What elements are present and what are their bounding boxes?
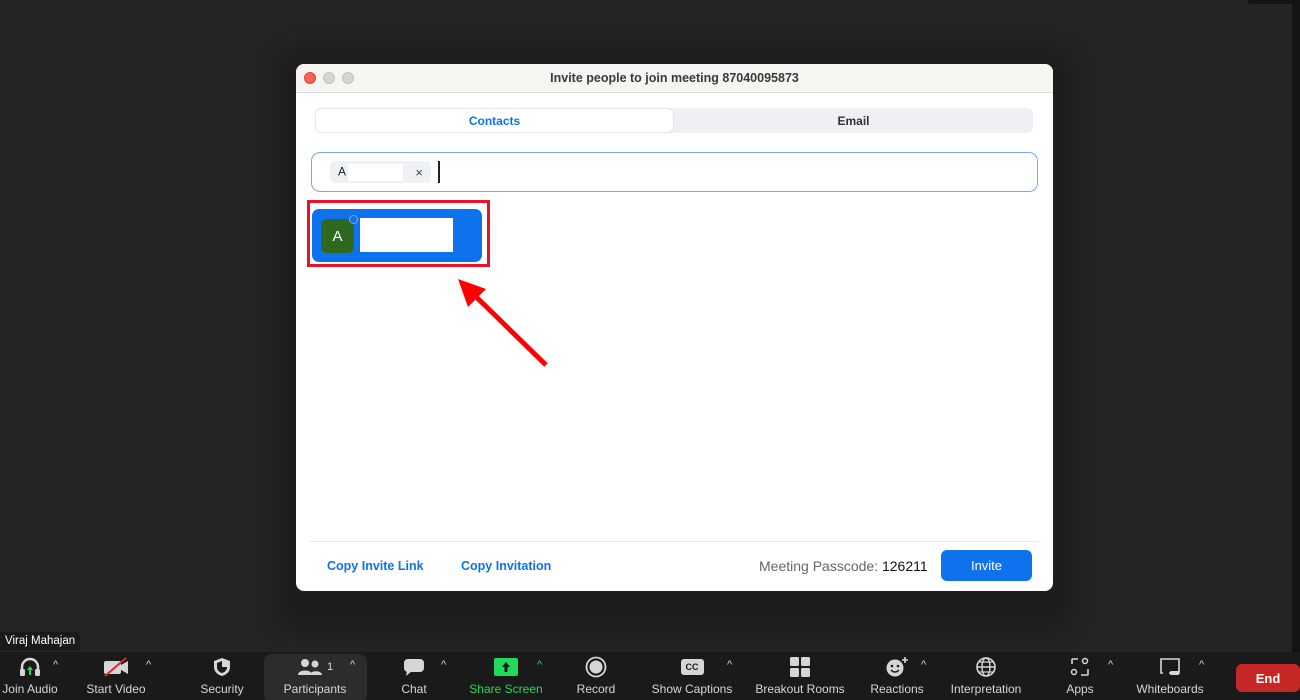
copy-invite-link-button[interactable]: Copy Invite Link [327,559,424,573]
passcode-label: Meeting Passcode: [759,558,879,574]
reactions-label: Reactions [870,682,924,696]
tab-email[interactable]: Email [674,108,1033,133]
chat-options-caret-icon[interactable]: ^ [441,659,446,671]
share-screen-icon [494,658,518,676]
chat-button[interactable]: Chat [392,652,436,700]
participant-name-label: Viraj Mahajan [0,632,81,650]
reactions-button[interactable]: Reactions [866,652,928,700]
audio-options-caret-icon[interactable]: ^ [53,659,58,671]
minimize-window-button[interactable] [323,72,335,84]
end-meeting-button[interactable]: End [1236,664,1300,692]
contact-search-input[interactable]: A × [311,152,1038,192]
whiteboards-button[interactable]: Whiteboards [1130,652,1210,700]
whiteboards-label: Whiteboards [1136,682,1204,696]
reactions-options-caret-icon[interactable]: ^ [921,659,926,671]
invite-method-tabs: Contacts Email [315,108,1033,133]
interpretation-label: Interpretation [950,682,1022,696]
start-video-label: Start Video [86,682,146,696]
security-button[interactable]: Security [192,652,252,700]
meeting-window: Invite people to join meeting 8704009587… [0,0,1300,700]
chat-label: Chat [401,682,427,696]
chip-label-text: A [338,164,347,179]
invite-button[interactable]: Invite [941,550,1032,581]
whiteboards-options-caret-icon[interactable]: ^ [1199,659,1204,671]
breakout-rooms-label: Breakout Rooms [755,682,845,696]
redacted-name [348,163,404,181]
show-captions-label: Show Captions [651,682,733,696]
presence-status-icon [349,215,358,224]
globe-icon [976,657,996,677]
participants-icon [297,659,322,675]
dialog-titlebar: Invite people to join meeting 8704009587… [296,64,1053,93]
tab-contacts[interactable]: Contacts [316,109,673,132]
apps-label: Apps [1066,682,1094,696]
join-audio-label: Join Audio [2,682,58,696]
dialog-title: Invite people to join meeting 8704009587… [550,71,799,85]
share-options-caret-icon[interactable]: ^ [537,659,542,671]
breakout-rooms-icon [790,657,810,677]
headphones-icon [20,657,40,676]
apps-icon [1070,657,1089,676]
record-label: Record [576,682,616,696]
contact-result-item[interactable]: A [312,209,482,262]
video-off-icon [104,657,128,677]
participant-count: 1 [326,661,334,673]
meeting-passcode: Meeting Passcode: 126211 [759,558,928,574]
start-video-button[interactable]: Start Video [80,652,152,700]
show-captions-button[interactable]: CC Show Captions [646,652,738,700]
reactions-icon [886,657,908,677]
record-button[interactable]: Record [570,652,622,700]
apps-button[interactable]: Apps [1060,652,1100,700]
interpretation-button[interactable]: Interpretation [944,652,1028,700]
window-edge [1292,0,1300,700]
annotation-arrow-icon [458,279,548,367]
text-cursor [438,161,440,183]
participants-options-caret-icon[interactable]: ^ [350,659,355,671]
participants-label: Participants [283,682,347,696]
footer-divider [310,541,1039,542]
selected-contact-chip[interactable]: A × [330,161,431,183]
breakout-rooms-button[interactable]: Breakout Rooms [751,652,849,700]
chat-icon [404,659,424,676]
captions-icon: CC [680,659,704,675]
window-corner [1247,0,1292,4]
security-label: Security [200,682,244,696]
remove-chip-icon[interactable]: × [415,165,423,180]
share-screen-label: Share Screen [469,682,543,696]
whiteboard-icon [1160,658,1180,675]
video-options-caret-icon[interactable]: ^ [146,659,151,671]
close-window-button[interactable] [304,72,316,84]
participants-button[interactable]: 1 Participants [278,652,352,700]
copy-invitation-button[interactable]: Copy Invitation [461,559,551,573]
meeting-toolbar: Join Audio ^ Start Video ^ Security 1 Pa… [0,652,1300,700]
redacted-contact-name [360,218,453,252]
chip-label: A [338,163,404,181]
captions-options-caret-icon[interactable]: ^ [727,659,732,671]
window-controls [304,72,354,84]
maximize-window-button[interactable] [342,72,354,84]
apps-options-caret-icon[interactable]: ^ [1108,659,1113,671]
shield-icon [214,658,230,676]
invite-dialog: Invite people to join meeting 8704009587… [296,64,1053,591]
avatar: A [321,219,354,253]
passcode-value: 126211 [881,558,928,574]
record-icon [585,656,607,678]
arrow-shaft [464,285,548,367]
